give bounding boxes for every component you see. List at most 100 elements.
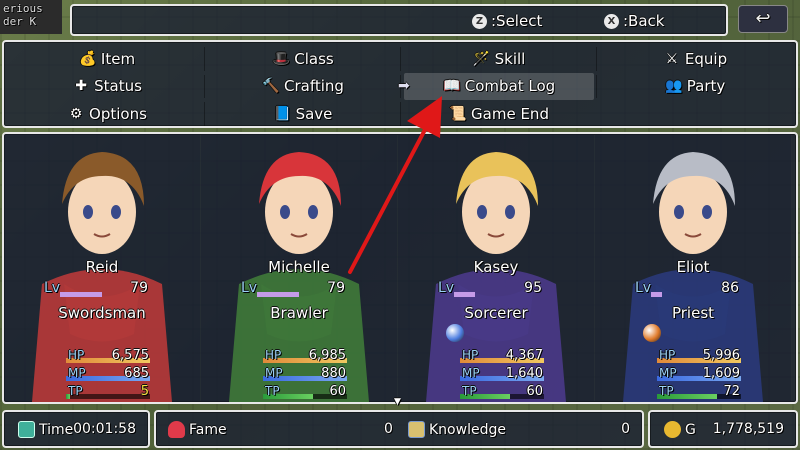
return-button[interactable]: ↩	[738, 5, 788, 33]
mp-value: 880	[321, 366, 346, 381]
tp-value: 60	[526, 384, 543, 399]
level-value: 79	[130, 280, 148, 296]
scroll-down-arrow-icon[interactable]: ▼	[394, 397, 401, 407]
open-book-icon: 📖	[443, 78, 461, 95]
menu-command-equip[interactable]: ⚔ Equip	[596, 45, 790, 73]
gold-label: G	[685, 421, 696, 438]
party-member-eliot[interactable]: Eliot Lv 86 Priest HP 5,996 MP 1,609 TP …	[595, 134, 791, 402]
character-name: Reid	[85, 258, 119, 276]
level-value: 95	[524, 280, 542, 296]
mp-gauge: MP 685	[66, 366, 150, 382]
hp-value: 4,367	[505, 348, 543, 363]
gold-window: G 1,778,519	[648, 410, 798, 448]
map-sign-line: erious	[3, 2, 43, 15]
state-orb-icon	[446, 324, 464, 342]
z-button-icon: Z	[472, 13, 487, 29]
mp-label: MP	[68, 366, 86, 380]
party-member-michelle[interactable]: Michelle Lv 79 Brawler HP 6,985 MP 880 T…	[201, 134, 397, 402]
hp-gauge: HP 6,575	[66, 348, 150, 364]
tp-value: 72	[723, 384, 740, 399]
party-member-reid[interactable]: Reid Lv 79 Swordsman HP 6,575 MP 685 TP …	[4, 134, 200, 402]
exp-bar	[454, 292, 475, 297]
character-class: Priest	[671, 304, 715, 322]
menu-command-crafting[interactable]: 🔨 Crafting	[204, 73, 398, 101]
character-class: Swordsman	[58, 304, 146, 322]
level-row: Lv 79	[42, 280, 148, 298]
mp-value: 1,640	[505, 366, 543, 381]
menu-command-label: Combat Log	[464, 77, 556, 96]
level-value: 86	[721, 280, 739, 296]
hp-label: HP	[265, 348, 282, 362]
hp-gauge: HP 5,996	[657, 348, 741, 364]
hammer-icon: 🔨	[262, 78, 280, 95]
mp-value: 685	[124, 366, 149, 381]
hp-value: 6,575	[111, 348, 149, 363]
fame-knowledge-window: Fame 0 Knowledge 0	[154, 410, 644, 448]
playtime-window: Time 00:01:58	[2, 410, 150, 448]
menu-command-label: Game End	[471, 104, 549, 123]
level-row: Lv 79	[239, 280, 345, 298]
map-icon	[408, 421, 425, 438]
hp-gauge: HP 4,367	[460, 348, 544, 364]
level-label: Lv	[44, 280, 61, 296]
menu-command-label: Class	[294, 49, 334, 68]
select-hint-label: :Select	[491, 12, 543, 30]
tp-label: TP	[462, 384, 477, 398]
mp-gauge: MP 1,609	[657, 366, 741, 382]
main-menu-window: 💰 Item 🎩 Class 🪄 Skill ⚔ Equip ✚ Status 🔨 Crafting ➡…	[2, 40, 798, 128]
tp-gauge: TP 72	[657, 384, 741, 400]
fame-value: 0	[384, 421, 393, 437]
menu-command-label: Status	[94, 77, 142, 96]
mp-label: MP	[265, 366, 283, 380]
menu-command-game-end[interactable]: 📜 Game End	[400, 100, 594, 128]
mp-label: MP	[659, 366, 677, 380]
exp-bar	[60, 292, 102, 297]
menu-command-class[interactable]: 🎩 Class	[204, 45, 398, 73]
menu-command-combat-log[interactable]: ➡ 📖 Combat Log	[398, 72, 594, 100]
level-value: 79	[327, 280, 345, 296]
main-menu-commands: 💰 Item 🎩 Class 🪄 Skill ⚔ Equip ✚ Status 🔨 Crafting ➡…	[12, 45, 790, 128]
hp-label: HP	[68, 348, 85, 362]
menu-command-options[interactable]: ⚙ Options	[12, 100, 202, 128]
tp-label: TP	[68, 384, 83, 398]
menu-command-item[interactable]: 💰 Item	[12, 45, 202, 73]
knowledge-label: Knowledge	[429, 421, 506, 438]
menu-command-label: Item	[100, 49, 136, 68]
wizard-hat-icon: 🎩	[272, 50, 290, 67]
return-arrow-icon: ↩	[755, 8, 771, 29]
help-window: Z :Select X :Back	[70, 4, 728, 36]
menu-command-skill[interactable]: 🪄 Skill	[400, 45, 594, 73]
money-bag-icon: 💰	[79, 50, 97, 67]
character-name: Eliot	[676, 258, 710, 276]
mp-label: MP	[462, 366, 480, 380]
party-member-kasey[interactable]: Kasey Lv 95 Sorcerer HP 4,367 MP 1,640 T…	[398, 134, 594, 402]
party-status-window: Reid Lv 79 Swordsman HP 6,575 MP 685 TP …	[2, 132, 798, 404]
scroll-icon: 📜	[449, 105, 467, 122]
level-label: Lv	[438, 280, 455, 296]
level-label: Lv	[635, 280, 652, 296]
heart-icon	[168, 421, 185, 438]
menu-command-status[interactable]: ✚ Status	[12, 73, 202, 101]
tp-label: TP	[659, 384, 674, 398]
menu-command-party[interactable]: 👥 Party	[596, 73, 790, 101]
back-hint: X :Back	[604, 12, 664, 30]
exp-bar	[257, 292, 299, 297]
character-name: Kasey	[473, 258, 519, 276]
menu-command-label: Skill	[494, 49, 526, 68]
exp-bar	[651, 292, 662, 297]
menu-command-save[interactable]: 📘 Save	[204, 100, 398, 128]
fame-label: Fame	[189, 421, 227, 438]
time-value: 00:01:58	[73, 421, 136, 437]
mp-gauge: MP 1,640	[460, 366, 544, 382]
equipment-icon: ⚔	[665, 50, 679, 67]
state-orb-icon	[643, 324, 661, 342]
save-book-icon: 📘	[273, 105, 292, 122]
status-icon: ✚	[75, 78, 87, 95]
menu-command-label: Crafting	[284, 77, 344, 96]
hp-gauge: HP 6,985	[263, 348, 347, 364]
select-hint: Z :Select	[472, 12, 542, 30]
mp-value: 1,609	[702, 366, 740, 381]
menu-command-label: Options	[89, 104, 147, 123]
tp-value: 5	[140, 384, 149, 399]
hp-label: HP	[462, 348, 479, 362]
